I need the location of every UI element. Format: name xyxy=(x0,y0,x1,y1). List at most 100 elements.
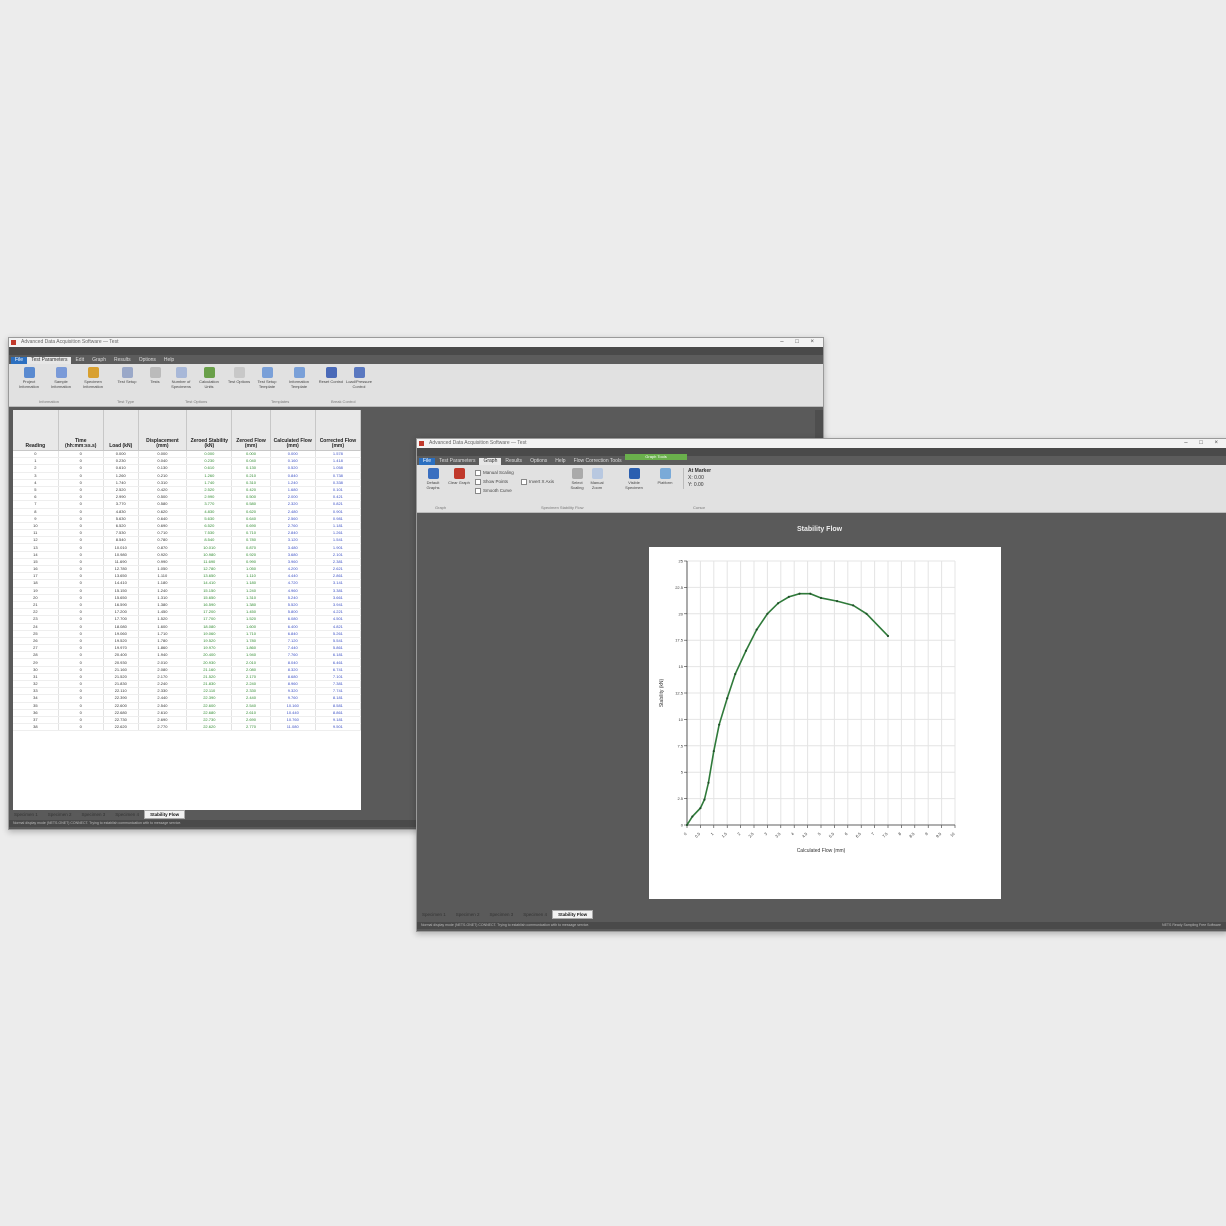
load-pressure-control-button[interactable]: Load/Pressure Control xyxy=(345,367,373,389)
table-row[interactable]: 15 0 11.690 0.990 11.690 0.990 3.960 2.381 xyxy=(13,558,361,567)
column-header[interactable]: Reading xyxy=(13,410,59,451)
table-row[interactable]: 20 0 15.650 1.310 15.650 1.310 5.240 3.661 xyxy=(13,594,361,602)
table-row[interactable]: 29 0 20.930 2.010 20.930 2.010 8.040 6.461 xyxy=(13,658,361,667)
show-points-checkbox[interactable]: Show Points xyxy=(475,479,508,485)
tab-specimen-4[interactable]: Specimen 4 xyxy=(518,911,552,918)
ribbon-tab-results[interactable]: Results xyxy=(110,357,135,364)
table-row[interactable]: 16 0 12.780 1.050 12.780 1.050 4.200 2.621 xyxy=(13,565,361,574)
calculation-units-button[interactable]: Calculation Units xyxy=(195,367,223,389)
ribbon-tab-edit[interactable]: Edit xyxy=(71,357,88,364)
checkbox-box[interactable] xyxy=(475,470,481,476)
tab-specimen-3[interactable]: Specimen 3 xyxy=(485,911,519,918)
table-row[interactable]: 5 0 2.520 0.420 2.520 0.420 1.680 0.101 xyxy=(13,486,361,495)
window-controls[interactable]: – □ × xyxy=(780,338,819,347)
table-row[interactable]: 9 0 5.630 0.640 5.630 0.640 2.560 0.981 xyxy=(13,515,361,523)
graph-canvas[interactable]: 0 0.5 1 1.5 2 2.5 3 3.5 4 4.5 5 5.5 6 6.5 7 7.5 8 8.5 9 9.5… xyxy=(649,547,1001,899)
table-row[interactable]: 18 0 14.410 1.180 14.410 1.180 4.720 3.141 xyxy=(13,579,361,588)
table-row[interactable]: 1 0 0.230 0.040 0.230 0.040 0.160 1.418 xyxy=(13,457,361,466)
table-row[interactable]: 25 0 19.060 1.710 19.060 1.710 6.840 5.261 xyxy=(13,630,361,638)
default-graphs-button[interactable]: Default Graphs xyxy=(421,468,445,490)
invert-x-axis-checkbox[interactable]: Invert X Axis xyxy=(521,479,554,485)
manual-scaling-checkbox[interactable]: Manual Scaling xyxy=(475,470,514,476)
specimen-tabs[interactable]: Specimen 1 Specimen 2 Specimen 3 Specimen 4… xyxy=(417,910,1226,919)
table-row[interactable]: 4 0 1.740 0.310 1.740 0.310 1.240 0.338 xyxy=(13,479,361,487)
table-row[interactable]: 24 0 18.080 1.600 18.080 1.600 6.400 4.821 xyxy=(13,623,361,631)
tab-specimen-1[interactable]: Specimen 1 xyxy=(9,811,43,818)
table-row[interactable]: 3 0 1.260 0.210 1.260 0.210 0.840 0.738 xyxy=(13,472,361,480)
column-header[interactable]: Time (hh:mm:ss.s) xyxy=(58,410,104,451)
ribbon-tab-bar[interactable]: File Test Parameters Edit Graph Results Optio… xyxy=(9,355,823,364)
tests-button[interactable]: Tests xyxy=(141,367,169,384)
visible-specimen-button[interactable]: Visible Specimen xyxy=(622,468,646,490)
ribbon-tab-file[interactable]: File xyxy=(419,458,436,465)
column-header[interactable]: Displacement (mm) xyxy=(138,410,188,451)
ribbon-tab-results[interactable]: Results xyxy=(501,458,526,465)
table-row[interactable]: 35 0 22.600 2.540 22.600 2.540 10.160 8.581 xyxy=(13,702,361,710)
ribbon-tab-options[interactable]: Options xyxy=(526,458,551,465)
test-setup-template-button[interactable]: Test Setup Template xyxy=(253,367,281,389)
tab-stability-flow[interactable]: Stability Flow xyxy=(552,910,594,919)
table-row[interactable]: 8 0 4.830 0.620 4.830 0.620 2.480 0.901 xyxy=(13,508,361,516)
table-row[interactable]: 14 0 10.980 0.920 10.980 0.920 3.680 2.101 xyxy=(13,551,361,559)
number-of-specimens-button[interactable]: Number of Specimens xyxy=(167,367,195,389)
stability-flow-chart[interactable]: 0 0.5 1 1.5 2 2.5 3 3.5 4 4.5 5 5.5 6 6.5 7 7.5 8 8.5 9 9.5… xyxy=(649,547,1001,899)
ribbon-tab-graph[interactable]: Graph xyxy=(88,357,110,364)
ribbon-tab-graph[interactable]: Graph xyxy=(479,458,502,465)
table-row[interactable]: 31 0 21.520 2.170 21.520 2.170 8.680 7.101 xyxy=(13,673,361,682)
table-row[interactable]: 2 0 0.610 0.130 0.610 0.130 0.520 1.058 xyxy=(13,464,361,473)
column-header[interactable]: Zeroed Stability (kN) xyxy=(186,410,233,451)
table-row[interactable]: 12 0 8.540 0.780 8.540 0.780 3.120 1.541 xyxy=(13,536,361,545)
ribbon-tab-test-parameters[interactable]: Test Parameters xyxy=(435,458,479,465)
ribbon-tab-file[interactable]: File xyxy=(11,357,28,364)
clear-graph-button[interactable]: Clear Graph xyxy=(447,468,471,485)
table-row[interactable]: 32 0 21.830 2.240 21.830 2.240 8.960 7.381 xyxy=(13,680,361,689)
table-row[interactable]: 27 0 19.970 1.860 19.970 1.860 7.440 5.861 xyxy=(13,644,361,653)
ribbon-tab-help[interactable]: Help xyxy=(160,357,178,364)
quick-access-toolbar[interactable] xyxy=(417,448,1226,456)
table-row[interactable]: 6 0 2.990 0.500 2.990 0.500 2.000 0.421 xyxy=(13,493,361,502)
table-row[interactable]: 34 0 22.390 2.440 22.390 2.440 9.760 8.181 xyxy=(13,694,361,703)
table-row[interactable]: 11 0 7.530 0.710 7.530 0.710 2.840 1.261 xyxy=(13,529,361,538)
tab-specimen-3[interactable]: Specimen 3 xyxy=(77,811,111,818)
readings-table[interactable]: Reading Time (hh:mm:ss.s) Load (kN) Displac… xyxy=(13,410,361,810)
table-row[interactable]: 38 0 22.620 2.770 22.620 2.770 11.080 9.501 xyxy=(13,723,361,732)
window-controls[interactable]: – □ × xyxy=(1184,439,1223,448)
table-row[interactable]: 0 0 0.000 0.000 0.000 0.000 0.000 1.578 xyxy=(13,450,361,459)
tab-specimen-1[interactable]: Specimen 1 xyxy=(417,911,451,918)
ribbon-tab-options[interactable]: Options xyxy=(135,357,160,364)
table-row[interactable]: 26 0 19.520 1.780 19.520 1.780 7.120 5.541 xyxy=(13,637,361,646)
table-row[interactable]: 19 0 15.150 1.240 15.150 1.240 4.960 3.381 xyxy=(13,587,361,595)
ribbon-tab-bar[interactable]: File Test Parameters Graph Results Options He… xyxy=(417,456,1226,465)
project-information-button[interactable]: Project Information xyxy=(15,367,43,389)
table-row[interactable]: 22 0 17.200 1.450 17.200 1.450 5.800 4.221 xyxy=(13,608,361,617)
table-row[interactable]: 23 0 17.700 1.520 17.700 1.520 6.080 4.501 xyxy=(13,615,361,624)
checkbox-box[interactable] xyxy=(521,479,527,485)
table-row[interactable]: 33 0 22.110 2.330 22.110 2.330 9.320 7.741 xyxy=(13,687,361,696)
table-row[interactable]: 21 0 16.590 1.380 16.590 1.380 5.520 3.941 xyxy=(13,601,361,610)
table-row[interactable]: 17 0 13.650 1.110 13.650 1.110 4.440 2.861 xyxy=(13,572,361,581)
column-header[interactable]: Load (kN) xyxy=(103,410,139,451)
column-header[interactable]: Calculated Flow (mm) xyxy=(270,410,316,451)
tab-specimen-2[interactable]: Specimen 2 xyxy=(43,811,77,818)
quick-access-toolbar[interactable] xyxy=(9,347,823,355)
ribbon-tab-flow-correction-tools[interactable]: Flow Correction Tools xyxy=(570,458,626,465)
test-options-button[interactable]: Test Options xyxy=(225,367,253,384)
tab-stability-flow[interactable]: Stability Flow xyxy=(144,810,186,819)
column-header[interactable]: Corrected Flow (mm) xyxy=(315,410,361,451)
ribbon-tab-help[interactable]: Help xyxy=(551,458,569,465)
table-row[interactable]: 7 0 3.770 0.580 3.770 0.580 2.320 0.821 xyxy=(13,500,361,509)
platform-button[interactable]: Platform xyxy=(653,468,677,485)
smooth-curve-checkbox[interactable]: Smooth Curve xyxy=(475,488,512,494)
table-row[interactable]: 36 0 22.680 2.610 22.680 2.610 10.440 8.861 xyxy=(13,709,361,717)
table-row[interactable]: 37 0 22.730 2.690 22.730 2.690 10.760 9.181 xyxy=(13,716,361,725)
sample-information-button[interactable]: Sample Information xyxy=(47,367,75,389)
test-setup-button[interactable]: Test Setup xyxy=(113,367,141,384)
table-row[interactable]: 30 0 21.160 2.080 21.160 2.080 8.320 6.741 xyxy=(13,666,361,674)
table-row[interactable]: 28 0 20.400 1.940 20.400 1.940 7.760 6.181 xyxy=(13,651,361,660)
manual-zoom-button[interactable]: Manual Zoom xyxy=(585,468,609,490)
table-row[interactable]: 10 0 6.520 0.690 6.520 0.690 2.760 1.181 xyxy=(13,522,361,531)
graph-tools-contextual-tab[interactable]: Graph Tools xyxy=(625,454,687,460)
information-template-button[interactable]: Information Template xyxy=(285,367,313,389)
tab-specimen-2[interactable]: Specimen 2 xyxy=(451,911,485,918)
specimen-information-button[interactable]: Specimen Information xyxy=(79,367,107,389)
